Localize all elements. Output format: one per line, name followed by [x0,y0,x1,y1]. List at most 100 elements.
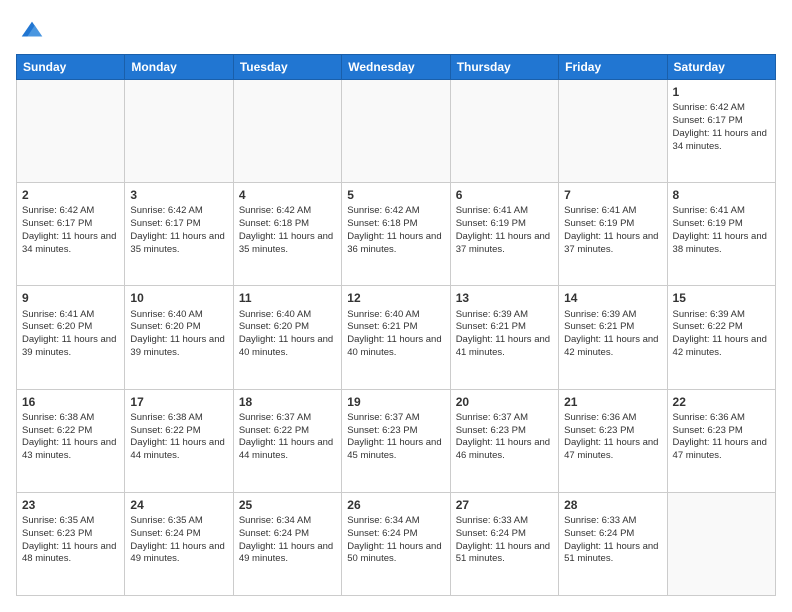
sunrise-text: Sunrise: 6:40 AM [239,309,311,320]
calendar-table: SundayMondayTuesdayWednesdayThursdayFrid… [16,54,776,596]
daylight-text: Daylight: 11 hours and 36 minutes. [347,231,441,255]
calendar-cell: 18Sunrise: 6:37 AMSunset: 6:22 PMDayligh… [233,389,341,492]
sunset-text: Sunset: 6:22 PM [130,425,200,436]
sunset-text: Sunset: 6:21 PM [456,321,526,332]
calendar-cell: 25Sunrise: 6:34 AMSunset: 6:24 PMDayligh… [233,492,341,595]
day-number: 3 [130,187,227,203]
sunrise-text: Sunrise: 6:36 AM [564,412,636,423]
day-number: 16 [22,394,119,410]
calendar-cell: 6Sunrise: 6:41 AMSunset: 6:19 PMDaylight… [450,183,558,286]
calendar-cell: 3Sunrise: 6:42 AMSunset: 6:17 PMDaylight… [125,183,233,286]
day-number: 21 [564,394,661,410]
logo-icon [18,16,46,44]
calendar-cell: 11 Sunrise: 6:40 AMSunset: 6:20 PM Dayligh… [233,286,341,389]
weekday-header: Sunday [17,55,125,80]
sunset-text: Sunset: 6:23 PM [673,425,743,436]
calendar-cell: 19Sunrise: 6:37 AMSunset: 6:23 PMDayligh… [342,389,450,492]
daylight-text: Daylight: 11 hours and 42 minutes. [673,334,767,358]
weekday-header: Friday [559,55,667,80]
sunset-text: Sunset: 6:23 PM [347,425,417,436]
sunset-text: Sunset: 6:18 PM [239,218,309,229]
calendar-cell [233,80,341,183]
sunrise-text: Sunrise: 6:42 AM [239,205,311,216]
calendar-cell: 2Sunrise: 6:42 AMSunset: 6:17 PMDaylight… [17,183,125,286]
daylight-text: Daylight: 11 hours and 47 minutes. [564,437,658,461]
sunset-text: Sunset: 6:23 PM [22,528,92,539]
sunset-text: Sunset: 6:20 PM [130,321,200,332]
calendar-cell: 10Sunrise: 6:40 AMSunset: 6:20 PMDayligh… [125,286,233,389]
calendar-body: 1Sunrise: 6:42 AMSunset: 6:17 PMDaylight… [17,80,776,596]
calendar-cell: 17 Sunrise: 6:38 AM Sunset: 6:22 PMDayligh… [125,389,233,492]
calendar-cell: 27Sunrise: 6:33 AMSunset: 6:24 PMDayligh… [450,492,558,595]
calendar-week-row: 1Sunrise: 6:42 AMSunset: 6:17 PMDaylight… [17,80,776,183]
day-number: 2 [22,187,119,203]
day-number: 24 [130,497,227,513]
sunset-text: Sunset: 6:19 PM [456,218,526,229]
daylight-text: Daylight: 11 hours and 34 minutes. [673,128,767,152]
daylight-text: Daylight: 11 hours and 51 minutes. [564,541,658,565]
daylight-text: Daylight: 11 hours and 45 minutes. [347,437,441,461]
sunrise-text: Sunrise: 6:34 AM [347,515,419,526]
calendar-week-row: 23Sunrise: 6:35 AMSunset: 6:23 PMDayligh… [17,492,776,595]
calendar-cell [342,80,450,183]
daylight-text: Daylight: 11 hours and 41 minutes. [456,334,550,358]
calendar-cell [559,80,667,183]
weekday-header: Monday [125,55,233,80]
sunrise-text: Sunrise: 6:42 AM [347,205,419,216]
sunrise-text: Sunrise: 6:36 AM [673,412,745,423]
calendar-cell: 28Sunrise: 6:33 AMSunset: 6:24 PMDayligh… [559,492,667,595]
sunrise-text: Sunrise: 6:38 AM [130,412,202,423]
calendar-cell: 21 Sunrise: 6:36 AM Sunset: 6:23 PMDayligh… [559,389,667,492]
calendar-cell: 5 Sunrise: 6:42 AM Sunset: 6:18 PM Daylight… [342,183,450,286]
sunset-text: Sunset: 6:20 PM [239,321,309,332]
day-number: 8 [673,187,770,203]
day-number: 22 [673,394,770,410]
daylight-text: Daylight: 11 hours and 39 minutes. [22,334,116,358]
daylight-text: Daylight: 11 hours and 51 minutes. [456,541,550,565]
daylight-text: Daylight: 11 hours and 49 minutes. [239,541,333,565]
day-number: 13 [456,290,553,306]
day-number: 17 [130,394,227,410]
sunrise-text: Sunrise: 6:41 AM [22,309,94,320]
daylight-text: Daylight: 11 hours and 44 minutes. [239,437,333,461]
daylight-text: Daylight: 11 hours and 40 minutes. [239,334,333,358]
sunrise-text: Sunrise: 6:39 AM [456,309,528,320]
sunset-text: Sunset: 6:18 PM [347,218,417,229]
sunset-text: Sunset: 6:23 PM [564,425,634,436]
calendar-cell: 1Sunrise: 6:42 AMSunset: 6:17 PMDaylight… [667,80,775,183]
daylight-text: Daylight: 11 hours and 48 minutes. [22,541,116,565]
daylight-text: Daylight: 11 hours and 42 minutes. [564,334,658,358]
day-number: 5 [347,187,444,203]
calendar-cell [450,80,558,183]
sunrise-text: Sunrise: 6:40 AM [130,309,202,320]
sunrise-text: Sunrise: 6:35 AM [130,515,202,526]
sunrise-text: Sunrise: 6:42 AM [22,205,94,216]
calendar-cell: 7Sunrise: 6:41 AMSunset: 6:19 PMDaylight… [559,183,667,286]
day-number: 4 [239,187,336,203]
sunset-text: Sunset: 6:21 PM [564,321,634,332]
day-number: 6 [456,187,553,203]
weekday-header: Saturday [667,55,775,80]
sunset-text: Sunset: 6:23 PM [456,425,526,436]
sunset-text: Sunset: 6:24 PM [239,528,309,539]
weekday-header: Thursday [450,55,558,80]
day-number: 15 [673,290,770,306]
calendar-week-row: 16Sunrise: 6:38 AMSunset: 6:22 PMDayligh… [17,389,776,492]
calendar-cell: 13 Sunrise: 6:39 AMSunset: 6:21 PM Dayligh… [450,286,558,389]
day-number: 12 [347,290,444,306]
sunset-text: Sunset: 6:20 PM [22,321,92,332]
daylight-text: Daylight: 11 hours and 38 minutes. [673,231,767,255]
calendar-cell: 4Sunrise: 6:42 AMSunset: 6:18 PMDaylight… [233,183,341,286]
sunrise-text: Sunrise: 6:41 AM [673,205,745,216]
calendar-cell: 22Sunrise: 6:36 AMSunset: 6:23 PMDayligh… [667,389,775,492]
day-number: 11 [239,290,336,306]
sunrise-text: Sunrise: 6:39 AM [673,309,745,320]
daylight-text: Daylight: 11 hours and 49 minutes. [130,541,224,565]
calendar-cell: 16Sunrise: 6:38 AMSunset: 6:22 PMDayligh… [17,389,125,492]
daylight-text: Daylight: 11 hours and 44 minutes. [130,437,224,461]
logo [16,16,46,44]
sunset-text: Sunset: 6:24 PM [347,528,417,539]
calendar-cell: 23Sunrise: 6:35 AMSunset: 6:23 PMDayligh… [17,492,125,595]
sunset-text: Sunset: 6:17 PM [22,218,92,229]
weekday-header: Wednesday [342,55,450,80]
